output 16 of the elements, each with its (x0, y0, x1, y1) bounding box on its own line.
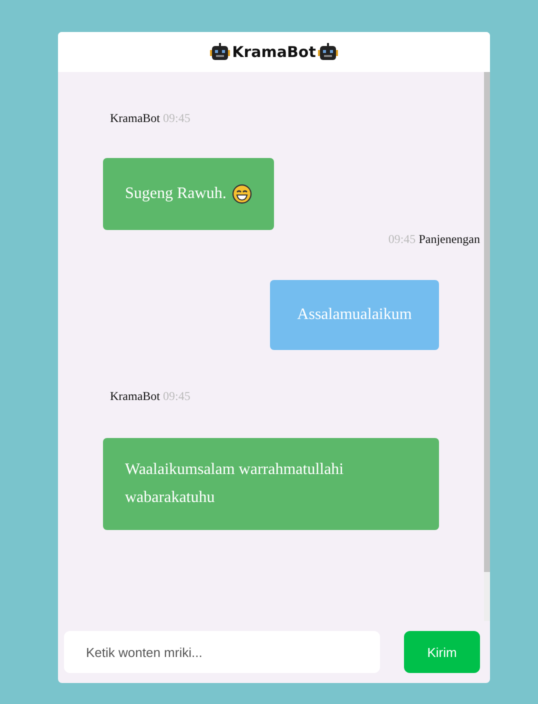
smiley-icon (232, 184, 252, 204)
robot-icon (318, 43, 338, 61)
sender-name: KramaBot (110, 389, 160, 403)
sender-name: Panjenengan (418, 232, 480, 246)
user-message: Assalamualaikum (270, 280, 439, 350)
chat-title: KramaBot (232, 43, 316, 61)
robot-icon (210, 43, 230, 61)
bot-message: Sugeng Rawuh. (103, 158, 274, 230)
message-time: 09:45 (163, 389, 190, 403)
message-input[interactable]: Ketik wonten mriki... (64, 631, 380, 673)
scrollbar[interactable] (484, 72, 490, 621)
message-time: 09:45 (163, 111, 190, 125)
message-time: 09:45 (388, 232, 416, 246)
send-button[interactable]: Kirim (404, 631, 480, 673)
sender-name: KramaBot (110, 111, 160, 125)
bot-message: Waalaikumsalam warrahmatullahi wabarakatuhu (103, 438, 439, 530)
